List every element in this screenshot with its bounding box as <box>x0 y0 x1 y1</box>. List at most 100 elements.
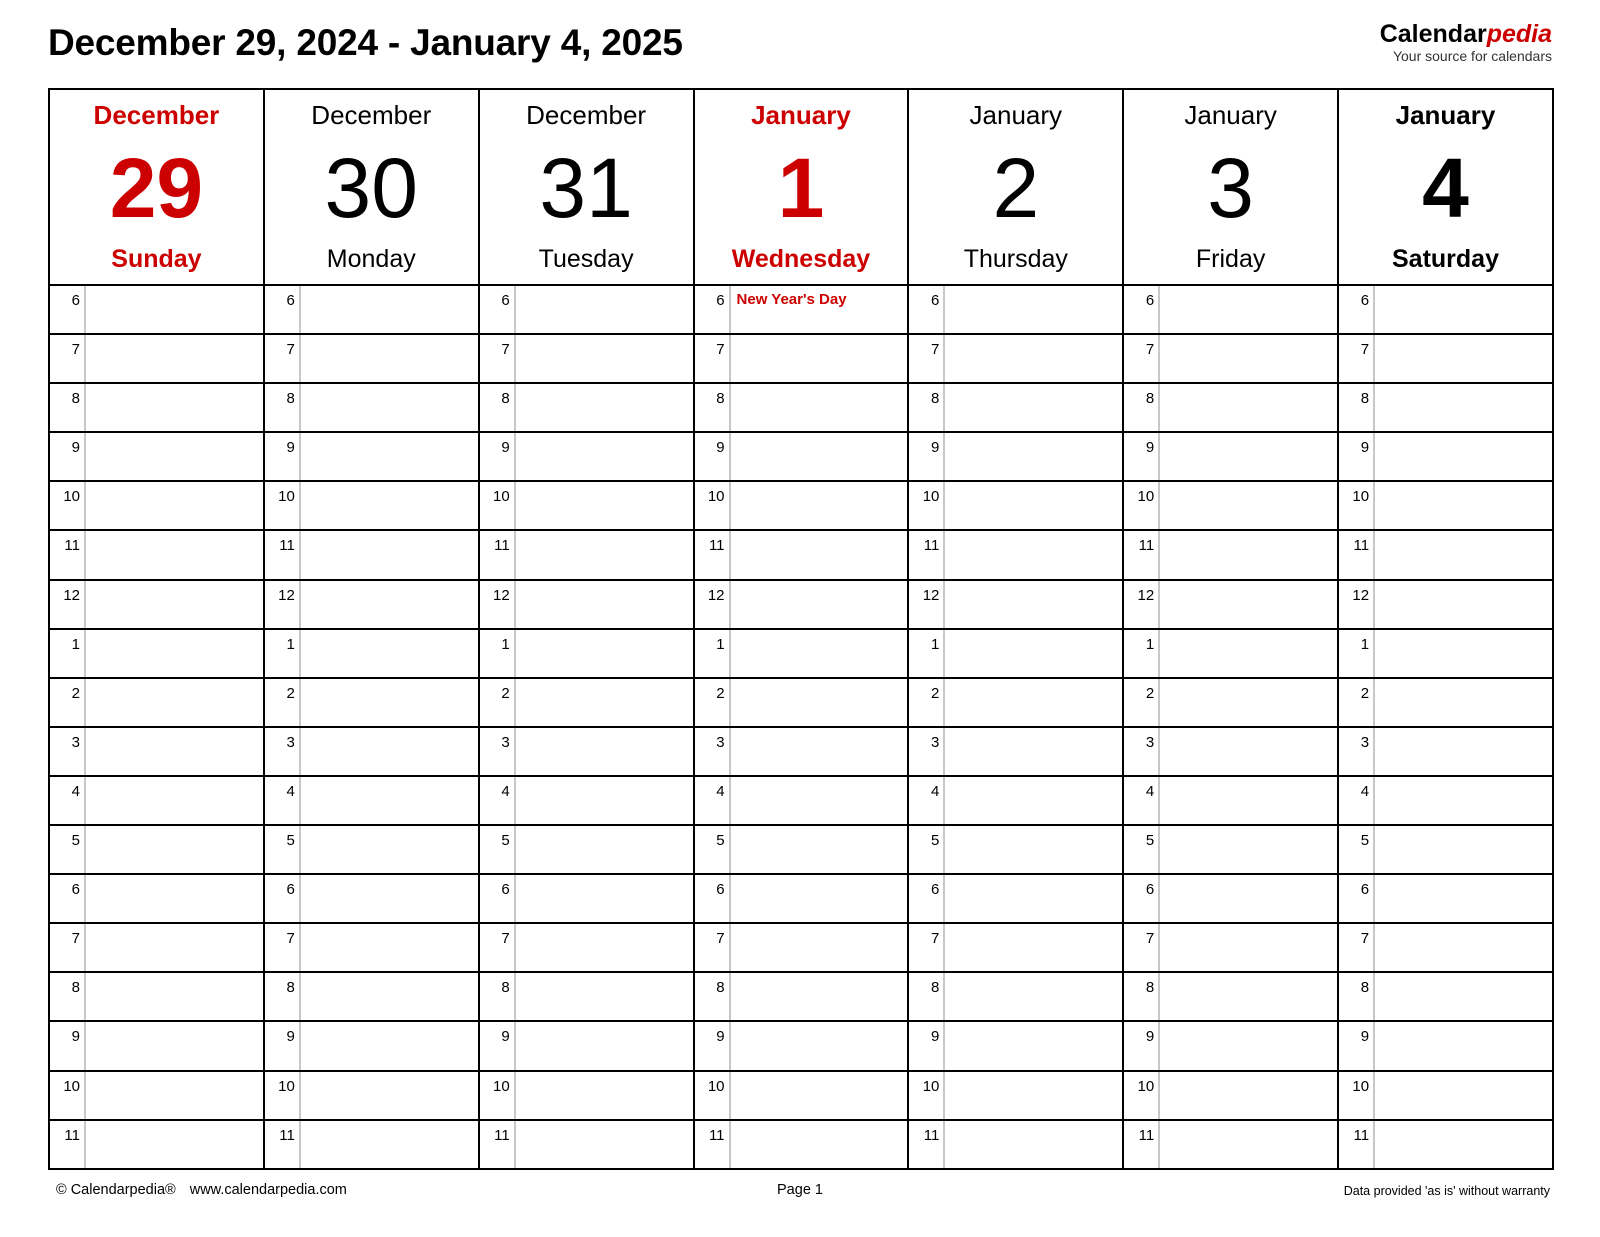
schedule-cell[interactable]: 2 <box>49 676 265 727</box>
schedule-cell[interactable]: 10 <box>49 1069 265 1120</box>
schedule-cell-body[interactable]: New Year's Day <box>731 286 908 308</box>
schedule-cell-body[interactable] <box>1375 630 1552 636</box>
schedule-cell[interactable]: 3 <box>49 725 265 776</box>
schedule-cell-body[interactable] <box>1160 482 1337 488</box>
schedule-cell[interactable]: 2 <box>1337 676 1553 727</box>
schedule-cell-body[interactable] <box>516 924 693 930</box>
schedule-cell[interactable]: 12 <box>477 578 695 629</box>
schedule-cell-body[interactable] <box>945 679 1122 685</box>
schedule-cell[interactable]: 8 <box>907 971 1125 1022</box>
schedule-cell[interactable]: 6 <box>477 285 695 335</box>
schedule-cell[interactable]: 1 <box>49 627 265 678</box>
schedule-cell-body[interactable] <box>301 531 478 537</box>
schedule-cell-body[interactable] <box>1375 1121 1552 1127</box>
schedule-cell-body[interactable] <box>516 973 693 979</box>
schedule-cell[interactable]: 9 <box>49 431 265 482</box>
schedule-cell[interactable]: 7 <box>477 922 695 973</box>
schedule-cell[interactable]: 2 <box>692 676 910 727</box>
schedule-cell-body[interactable] <box>731 335 908 341</box>
schedule-cell[interactable]: 8 <box>1337 382 1553 433</box>
schedule-cell-body[interactable] <box>86 482 263 488</box>
schedule-cell-body[interactable] <box>945 728 1122 734</box>
schedule-cell[interactable]: 6 <box>1122 873 1340 924</box>
schedule-cell[interactable]: 8 <box>262 382 480 433</box>
schedule-cell[interactable]: 7 <box>477 333 695 384</box>
schedule-cell[interactable]: 11 <box>907 1118 1125 1169</box>
schedule-cell[interactable]: 12 <box>262 578 480 629</box>
schedule-cell-body[interactable] <box>1375 728 1552 734</box>
schedule-cell[interactable]: 12 <box>1122 578 1340 629</box>
schedule-cell[interactable]: 10 <box>907 1069 1125 1120</box>
schedule-cell-body[interactable] <box>945 384 1122 390</box>
schedule-cell[interactable]: 11 <box>262 529 480 580</box>
schedule-cell[interactable]: 5 <box>49 824 265 875</box>
schedule-cell-body[interactable] <box>1375 826 1552 832</box>
schedule-cell[interactable]: 7 <box>907 333 1125 384</box>
schedule-cell[interactable]: 7 <box>49 333 265 384</box>
schedule-cell[interactable]: 6 <box>49 285 265 335</box>
schedule-cell-body[interactable] <box>86 679 263 685</box>
schedule-cell[interactable]: 11 <box>477 1118 695 1169</box>
schedule-cell-body[interactable] <box>301 826 478 832</box>
schedule-cell[interactable]: 10 <box>477 1069 695 1120</box>
schedule-cell-body[interactable] <box>301 728 478 734</box>
schedule-cell[interactable]: 4 <box>692 774 910 826</box>
schedule-cell-body[interactable] <box>301 482 478 488</box>
schedule-cell[interactable]: 7 <box>262 333 480 384</box>
schedule-cell[interactable]: 9 <box>907 1020 1125 1071</box>
schedule-cell-body[interactable] <box>516 581 693 587</box>
schedule-cell[interactable]: 7 <box>1337 333 1553 384</box>
schedule-cell-body[interactable] <box>301 286 478 292</box>
schedule-cell-body[interactable] <box>86 973 263 979</box>
schedule-cell-body[interactable] <box>516 1022 693 1028</box>
schedule-cell-body[interactable] <box>86 384 263 390</box>
schedule-cell[interactable]: 8 <box>49 382 265 433</box>
schedule-cell[interactable]: 10 <box>49 480 265 531</box>
schedule-cell-body[interactable] <box>516 630 693 636</box>
schedule-cell-body[interactable] <box>1160 1072 1337 1078</box>
schedule-cell[interactable]: 8 <box>477 971 695 1022</box>
schedule-cell[interactable]: 11 <box>1122 529 1340 580</box>
schedule-cell-body[interactable] <box>731 875 908 881</box>
schedule-cell-body[interactable] <box>86 433 263 439</box>
schedule-cell[interactable]: 3 <box>692 725 910 776</box>
schedule-cell-body[interactable] <box>516 335 693 341</box>
schedule-cell[interactable]: 2 <box>1122 676 1340 727</box>
schedule-cell[interactable]: 10 <box>1122 480 1340 531</box>
schedule-cell-body[interactable] <box>945 531 1122 537</box>
schedule-cell[interactable]: 1 <box>692 627 910 678</box>
schedule-cell[interactable]: 7 <box>1337 922 1553 973</box>
schedule-cell[interactable]: 9 <box>1337 431 1553 482</box>
schedule-cell[interactable]: 6 <box>907 285 1125 335</box>
schedule-cell[interactable]: 5 <box>262 824 480 875</box>
schedule-cell-body[interactable] <box>945 826 1122 832</box>
schedule-cell[interactable]: 10 <box>262 480 480 531</box>
schedule-cell[interactable]: 7 <box>49 922 265 973</box>
schedule-cell-body[interactable] <box>1375 924 1552 930</box>
schedule-cell-body[interactable] <box>1160 679 1337 685</box>
schedule-cell-body[interactable] <box>301 973 478 979</box>
schedule-cell[interactable]: 5 <box>1337 824 1553 875</box>
schedule-cell[interactable]: 6 <box>262 285 480 335</box>
schedule-cell[interactable]: 8 <box>907 382 1125 433</box>
schedule-cell-body[interactable] <box>86 630 263 636</box>
schedule-cell-body[interactable] <box>945 581 1122 587</box>
schedule-cell[interactable]: 5 <box>477 824 695 875</box>
schedule-cell-body[interactable] <box>945 286 1122 292</box>
schedule-cell[interactable]: 11 <box>1337 529 1553 580</box>
schedule-cell-body[interactable] <box>516 286 693 292</box>
schedule-cell-body[interactable] <box>301 335 478 341</box>
schedule-cell-body[interactable] <box>1160 286 1337 292</box>
schedule-cell-body[interactable] <box>1160 335 1337 341</box>
schedule-cell-body[interactable] <box>731 482 908 488</box>
schedule-cell-body[interactable] <box>516 777 693 783</box>
schedule-cell[interactable]: 6 <box>262 873 480 924</box>
schedule-cell-body[interactable] <box>301 630 478 636</box>
schedule-cell-body[interactable] <box>516 826 693 832</box>
schedule-cell-body[interactable] <box>1160 581 1337 587</box>
schedule-cell[interactable]: 3 <box>1337 725 1553 776</box>
schedule-cell-body[interactable] <box>1375 482 1552 488</box>
schedule-cell-body[interactable] <box>731 1121 908 1127</box>
schedule-cell-body[interactable] <box>301 875 478 881</box>
schedule-cell-body[interactable] <box>1160 531 1337 537</box>
